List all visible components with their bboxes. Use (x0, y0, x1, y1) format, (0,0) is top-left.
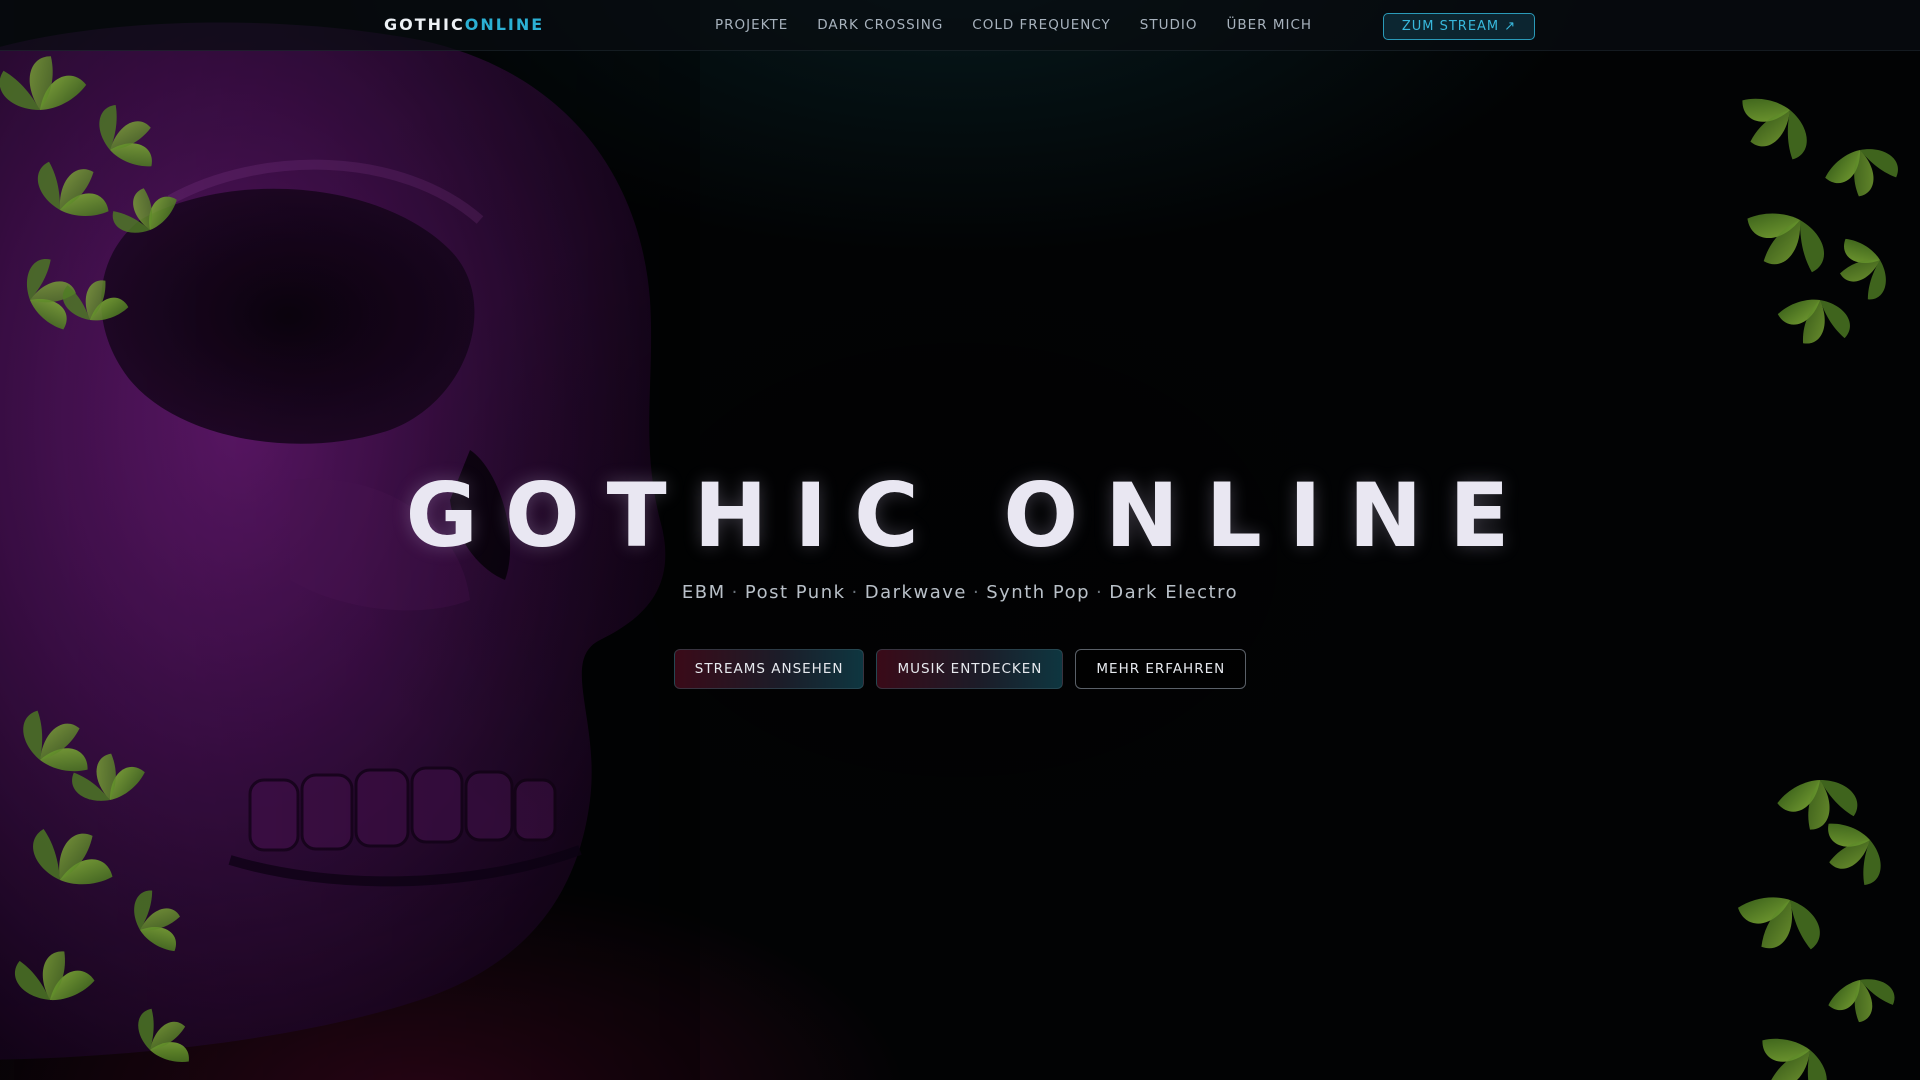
genre-separator: · (972, 582, 981, 603)
page: GOTHICONLINE PROJEKTE DARK CROSSING COLD… (0, 0, 1920, 1080)
genre-separator: · (1096, 582, 1104, 603)
hero-buttons: STREAMS ANSEHEN MUSIK ENTDECKEN MEHR ERF… (0, 649, 1920, 689)
genre-item: Darkwave (864, 582, 967, 603)
genre-item: EBM (681, 582, 726, 603)
nav-link-projekte[interactable]: PROJEKTE (715, 17, 788, 34)
nav-link-cold-frequency[interactable]: COLD FREQUENCY (972, 17, 1111, 34)
ivy-leaves-right-top (1729, 91, 1903, 349)
ivy-leaves-right-bottom (1738, 768, 1899, 1080)
nav-link-studio[interactable]: STUDIO (1140, 17, 1198, 34)
musik-entdecken-button[interactable]: MUSIK ENTDECKEN (876, 649, 1064, 689)
hero-title: GOTHIC ONLINE (405, 464, 1537, 567)
brand-logo-part1: GOTHIC (384, 15, 465, 34)
streams-ansehen-button[interactable]: STREAMS ANSEHEN (673, 649, 865, 689)
brand-logo[interactable]: GOTHICONLINE (384, 15, 544, 35)
genre-item: Post Punk (744, 582, 846, 603)
mehr-erfahren-button[interactable]: MEHR ERFAHREN (1075, 649, 1247, 689)
brand-logo-part2: ONLINE (464, 15, 545, 34)
nav-link-dark-crossing[interactable]: DARK CROSSING (817, 17, 943, 34)
navbar: GOTHICONLINE PROJEKTE DARK CROSSING COLD… (0, 0, 1920, 51)
zum-stream-button[interactable]: ZUM STREAM ↗ (1383, 13, 1535, 40)
genre-separator: · (731, 582, 739, 603)
nav-link-ueber-mich[interactable]: ÜBER MICH (1227, 17, 1313, 34)
genre-item: Synth Pop (986, 582, 1091, 603)
genre-list: EBM · Post Punk · Darkwave · Synth Pop · Dark El… (0, 582, 1920, 603)
genre-separator: · (851, 582, 859, 603)
genre-item: Dark Electro (1109, 582, 1239, 603)
nav-links: PROJEKTE DARK CROSSING COLD FREQUENCY ST… (715, 17, 1312, 34)
